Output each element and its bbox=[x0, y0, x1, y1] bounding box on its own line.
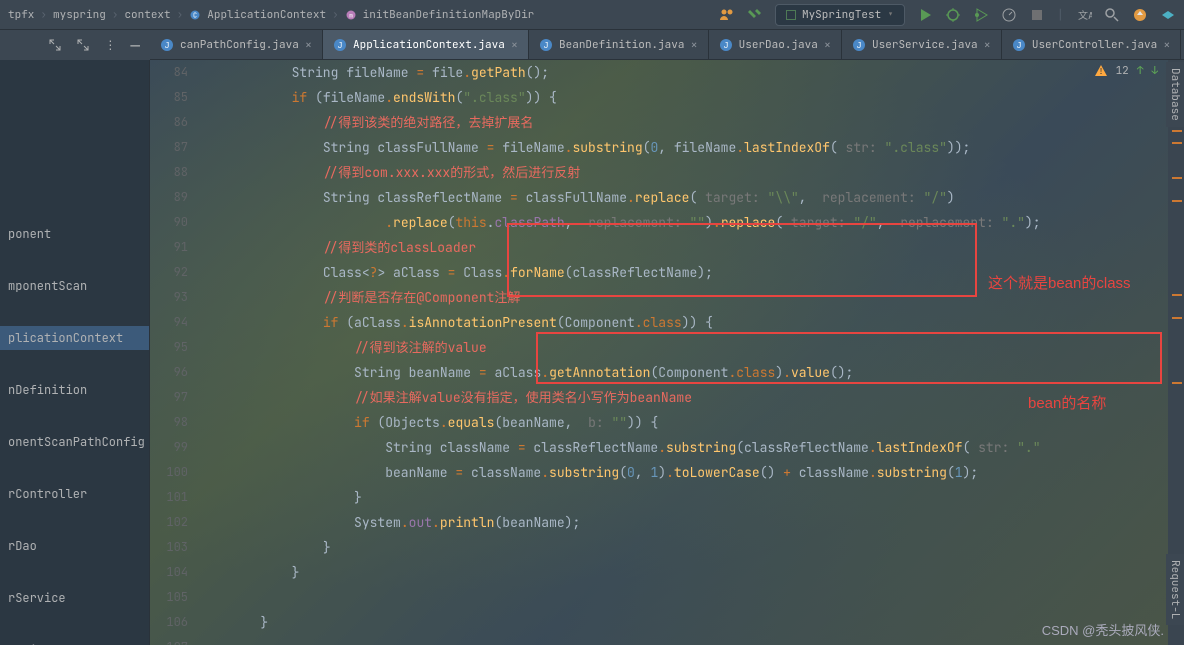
svg-text:J: J bbox=[857, 41, 862, 51]
collapse-in-icon[interactable] bbox=[48, 38, 62, 52]
breadcrumb-item[interactable]: initBeanDefinitionMapByDir bbox=[363, 8, 535, 22]
java-file-icon: J bbox=[160, 38, 174, 52]
top-toolbar: tpfx› myspring› context› C ApplicationCo… bbox=[0, 0, 1184, 30]
svg-text:J: J bbox=[544, 41, 549, 51]
run-icon[interactable] bbox=[917, 7, 933, 23]
tab-label: UserDao.java bbox=[739, 38, 818, 52]
settings-icon[interactable] bbox=[1160, 7, 1176, 23]
svg-text:J: J bbox=[338, 41, 343, 51]
search-icon[interactable] bbox=[1104, 7, 1120, 23]
class-icon: C bbox=[189, 9, 201, 21]
warning-count: 12 bbox=[1116, 64, 1129, 78]
svg-text:J: J bbox=[1016, 41, 1021, 51]
svg-text:文A: 文A bbox=[1078, 9, 1092, 22]
inspection-status[interactable]: ! 12 ↑ ↓ bbox=[1094, 64, 1158, 78]
java-file-icon: J bbox=[333, 38, 347, 52]
project-tree[interactable]: ponent mponentScan plicationContext nDefini… bbox=[0, 60, 150, 645]
method-icon: m bbox=[345, 9, 357, 21]
close-icon[interactable]: × bbox=[511, 37, 518, 53]
minimize-icon[interactable]: — bbox=[130, 35, 140, 56]
svg-text:J: J bbox=[723, 41, 728, 51]
java-file-icon: J bbox=[539, 38, 553, 52]
close-icon[interactable]: × bbox=[984, 37, 991, 53]
stop-icon[interactable] bbox=[1029, 7, 1045, 23]
run-config-selector[interactable]: MySpringTest ▾ bbox=[775, 4, 905, 26]
translate-icon[interactable]: 文A bbox=[1076, 7, 1092, 23]
close-icon[interactable]: × bbox=[690, 37, 697, 53]
tab-label: canPathConfig.java bbox=[180, 38, 299, 52]
run-config-name: MySpringTest bbox=[802, 8, 881, 22]
project-tree-item[interactable]: ponent bbox=[0, 222, 149, 246]
editor-tab[interactable]: JcanPathConfig.java × bbox=[150, 30, 323, 59]
line-gutter[interactable]: 8485868788899091929394959697989910010110… bbox=[150, 60, 198, 645]
breadcrumb-item[interactable]: ApplicationContext bbox=[207, 8, 326, 22]
svg-text:m: m bbox=[349, 11, 353, 19]
java-file-icon: J bbox=[1012, 38, 1026, 52]
breadcrumb[interactable]: tpfx› myspring› context› C ApplicationCo… bbox=[8, 8, 534, 22]
editor-tab[interactable]: J UserController.java × bbox=[1002, 30, 1182, 59]
annotation-text-1: 这个就是bean的class bbox=[988, 272, 1131, 293]
tab-label: BeanDefinition.java bbox=[559, 38, 684, 52]
svg-text:C: C bbox=[193, 11, 197, 20]
next-highlight-icon[interactable]: ↓ bbox=[1151, 64, 1158, 78]
tab-label: ApplicationContext.java bbox=[353, 38, 505, 52]
editor-tab[interactable]: J ApplicationContext.java × bbox=[323, 30, 529, 59]
left-panel-tools: ⋮ — bbox=[0, 30, 150, 60]
code-area[interactable]: String fileName = file.getPath(); if (fi… bbox=[198, 60, 1164, 645]
breadcrumb-item[interactable]: context bbox=[124, 8, 170, 22]
editor-tabs: JcanPathConfig.java × J ApplicationContext.… bbox=[0, 30, 1184, 60]
profile-icon[interactable] bbox=[1001, 7, 1017, 23]
code-editor[interactable]: ! 12 ↑ ↓ 8485868788899091929394959697989… bbox=[150, 60, 1184, 645]
tab-label: UserController.java bbox=[1032, 38, 1157, 52]
users-icon[interactable] bbox=[719, 7, 735, 23]
project-tree-item[interactable]: rDao bbox=[0, 534, 149, 558]
minimap[interactable] bbox=[1170, 60, 1184, 645]
java-file-icon: J bbox=[719, 38, 733, 52]
coverage-icon[interactable] bbox=[973, 7, 989, 23]
run-config-icon bbox=[786, 10, 796, 20]
editor-tab[interactable]: J BeanDefinition.java × bbox=[529, 30, 709, 59]
project-tree-item[interactable]: nDefinition bbox=[0, 378, 149, 402]
project-tree-item[interactable]: rService bbox=[0, 586, 149, 610]
tab-label: UserService.java bbox=[872, 38, 978, 52]
project-tree-item[interactable]: plicationContext bbox=[0, 326, 149, 350]
svg-text:J: J bbox=[165, 41, 170, 51]
watermark: CSDN @秃头披风侠. bbox=[1042, 620, 1164, 639]
project-tree-item[interactable]: onentScanPathConfig bbox=[0, 430, 149, 454]
hammer-icon[interactable] bbox=[747, 7, 763, 23]
warning-icon: ! bbox=[1094, 64, 1108, 78]
close-icon[interactable]: × bbox=[1163, 37, 1170, 53]
sync-icon[interactable] bbox=[1132, 7, 1148, 23]
more-icon[interactable]: ⋮ bbox=[104, 37, 116, 53]
debug-icon[interactable] bbox=[945, 7, 961, 23]
close-icon[interactable]: × bbox=[305, 37, 312, 53]
project-tree-item[interactable]: mponentScan bbox=[0, 274, 149, 298]
editor-tab[interactable]: J UserDao.java × bbox=[709, 30, 842, 59]
prev-highlight-icon[interactable]: ↑ bbox=[1137, 64, 1144, 78]
expand-out-icon[interactable] bbox=[76, 38, 90, 52]
project-tree-item[interactable]: SpringTest bbox=[0, 638, 149, 645]
breadcrumb-item[interactable]: tpfx bbox=[8, 8, 34, 22]
annotation-text-2: bean的名称 bbox=[1028, 392, 1106, 413]
editor-tab[interactable]: J UserService.java × bbox=[842, 30, 1002, 59]
breadcrumb-item[interactable]: myspring bbox=[53, 8, 106, 22]
java-file-icon: J bbox=[852, 38, 866, 52]
svg-text:!: ! bbox=[1098, 67, 1103, 77]
project-tree-item[interactable]: rController bbox=[0, 482, 149, 506]
close-icon[interactable]: × bbox=[824, 37, 831, 53]
